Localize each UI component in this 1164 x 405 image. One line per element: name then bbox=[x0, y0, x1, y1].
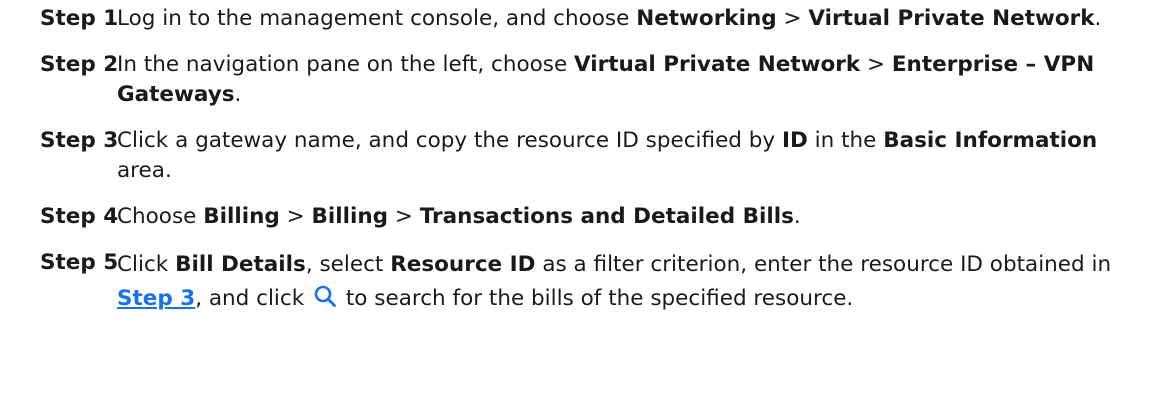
step-text-segment: to search for the bills of the specified… bbox=[339, 286, 854, 311]
procedure-steps: Step 1 Log in to the management console,… bbox=[40, 4, 1150, 335]
step-text-segment: > bbox=[388, 204, 420, 229]
step-label: Step 3 bbox=[40, 128, 119, 153]
step-text-segment: in the bbox=[807, 128, 884, 153]
step-1: Step 1 Log in to the management console,… bbox=[40, 4, 1150, 34]
step-4: Step 4 Choose Billing > Billing > Transa… bbox=[40, 202, 1150, 232]
ui-term: Virtual Private Network bbox=[574, 52, 861, 77]
ui-term: Resource ID bbox=[390, 252, 536, 277]
step-text-segment: , and click bbox=[195, 286, 312, 311]
step-text-segment: Choose bbox=[117, 204, 204, 229]
step-text-segment: , select bbox=[305, 252, 391, 277]
step-text: In the navigation pane on the left, choo… bbox=[117, 50, 1150, 110]
step-text-segment: Click a gateway name, and copy the resou… bbox=[117, 128, 782, 153]
step-text-segment: Click bbox=[117, 252, 176, 277]
step-label: Step 1 bbox=[40, 6, 119, 31]
step-label: Step 5 bbox=[40, 250, 119, 275]
step-label: Step 4 bbox=[40, 204, 119, 229]
step-text: Click a gateway name, and copy the resou… bbox=[117, 126, 1150, 186]
step-text-segment: as a filter criterion, enter the resourc… bbox=[535, 252, 1112, 277]
step-text: Log in to the management console, and ch… bbox=[117, 4, 1150, 34]
step-text-segment: > bbox=[776, 6, 809, 31]
ui-term: Transactions and Detailed Bills bbox=[419, 204, 794, 229]
ui-term: Billing bbox=[311, 204, 389, 229]
ui-term: Networking bbox=[636, 6, 777, 31]
step-3-link[interactable]: Step 3 bbox=[117, 286, 195, 311]
ui-term: Billing bbox=[203, 204, 280, 229]
step-text: Choose Billing > Billing > Transactions … bbox=[117, 202, 1150, 232]
step-text-segment: . bbox=[793, 204, 801, 229]
ui-term: Bill Details bbox=[175, 252, 306, 277]
step-text-segment: . bbox=[1094, 6, 1102, 31]
search-icon bbox=[313, 284, 337, 319]
step-2: Step 2 In the navigation pane on the lef… bbox=[40, 50, 1150, 110]
ui-term: ID bbox=[781, 128, 808, 153]
ui-term: Virtual Private Network bbox=[808, 6, 1095, 31]
step-text-segment: area. bbox=[117, 158, 172, 183]
step-label: Step 2 bbox=[40, 52, 119, 77]
ui-term: Basic Information bbox=[883, 128, 1098, 153]
step-text-segment: In the navigation pane on the left, choo… bbox=[117, 52, 575, 77]
step-text-segment: > bbox=[860, 52, 892, 77]
step-text-segment: Log in to the management console, and ch… bbox=[117, 6, 637, 31]
step-3: Step 3 Click a gateway name, and copy th… bbox=[40, 126, 1150, 186]
step-5: Step 5 Click Bill Details, select Resour… bbox=[40, 248, 1150, 319]
step-text: Click Bill Details, select Resource ID a… bbox=[117, 248, 1150, 319]
step-text-segment: > bbox=[279, 204, 312, 229]
step-text-segment: . bbox=[234, 82, 242, 107]
